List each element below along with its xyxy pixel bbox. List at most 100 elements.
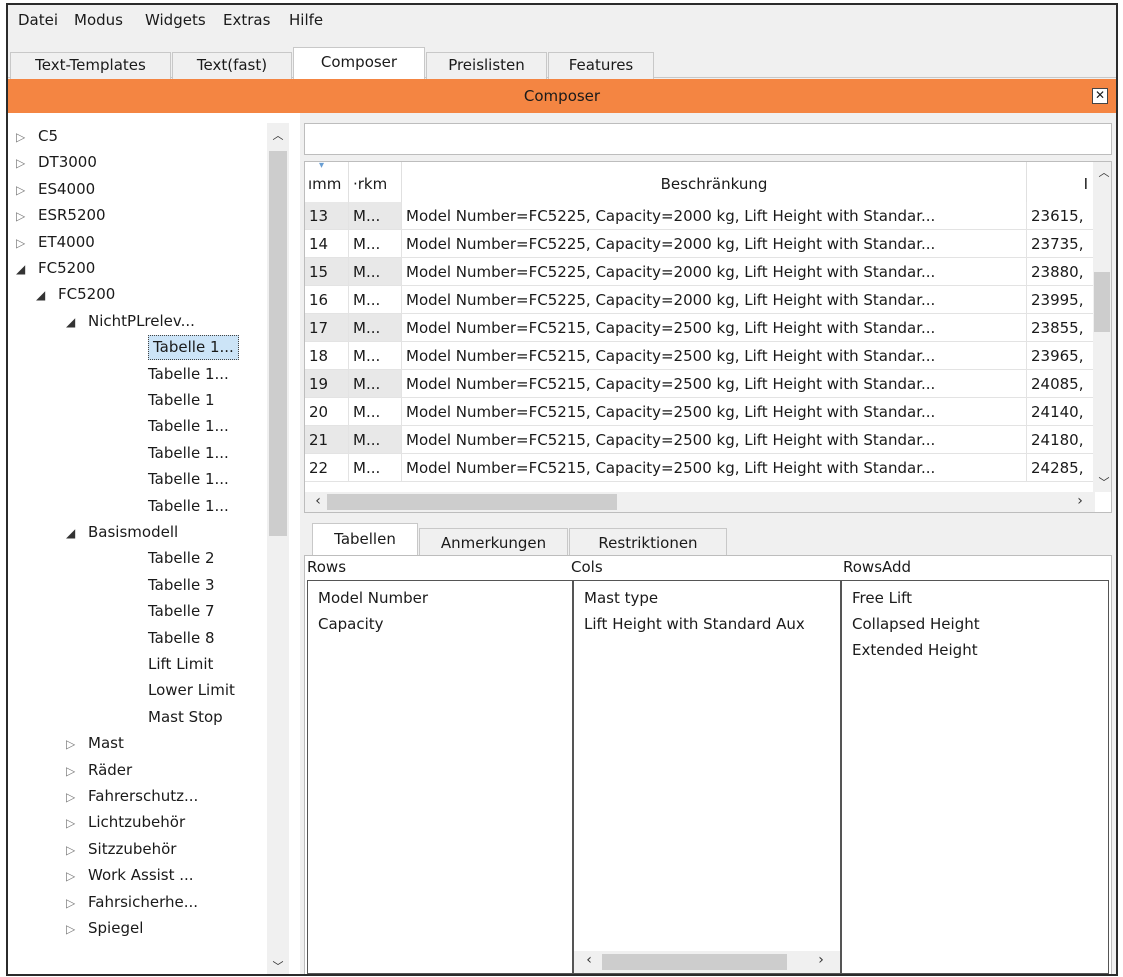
chevron-down-icon[interactable]: ﹀	[1093, 474, 1111, 490]
tree-node[interactable]: Tabelle 8	[148, 626, 215, 651]
table-cell[interactable]: 24180,	[1027, 426, 1095, 454]
table-cell[interactable]: 23615,	[1027, 202, 1095, 230]
table-cell[interactable]: Model Number=FC5215, Capacity=2500 kg, L…	[402, 342, 1027, 370]
table-cell[interactable]: 13	[305, 202, 349, 230]
triangle-right-outline-icon[interactable]: ▷	[66, 759, 88, 784]
tree-node[interactable]: Tabelle 1...	[148, 362, 229, 387]
grid-col-header-num[interactable]: ▾ ımm	[305, 162, 349, 202]
rowsadd-list[interactable]: Free Lift Collapsed Height Extended Heig…	[841, 580, 1109, 974]
table-cell[interactable]: 14	[305, 230, 349, 258]
list-item[interactable]: Lift Height with Standard Aux	[584, 615, 805, 633]
grid-vscrollbar[interactable]: ︿ ﹀	[1093, 162, 1111, 492]
tab-text-templates[interactable]: Text-Templates	[10, 52, 171, 79]
tree-node[interactable]: ▷ Work Assist ...	[66, 863, 194, 888]
table-cell[interactable]: 17	[305, 314, 349, 342]
table-cell[interactable]: 24085,	[1027, 370, 1095, 398]
table-cell[interactable]: 22	[305, 454, 349, 482]
table-cell[interactable]: Model Number=FC5225, Capacity=2000 kg, L…	[402, 258, 1027, 286]
filter-input[interactable]	[304, 123, 1112, 155]
chevron-right-icon[interactable]: ›	[810, 952, 832, 968]
table-cell[interactable]: M...	[349, 258, 402, 286]
grid-col-header-merkmal[interactable]: ·rkm	[349, 162, 402, 202]
tree-node[interactable]: Tabelle 1	[148, 388, 215, 413]
triangle-down-filled-icon[interactable]: ◢	[16, 257, 38, 282]
table-row[interactable]: 18 M... Model Number=FC5215, Capacity=2500…	[305, 342, 1095, 370]
table-row[interactable]: 22 M... Model Number=FC5215, Capacity=2500…	[305, 454, 1095, 482]
tree-node[interactable]: Tabelle 1...	[148, 335, 239, 361]
tab-preislisten[interactable]: Preislisten	[426, 52, 547, 79]
table-cell[interactable]: 23965,	[1027, 342, 1095, 370]
table-cell[interactable]: 18	[305, 342, 349, 370]
tree-node[interactable]: ▷ Spiegel	[66, 916, 143, 941]
rows-list[interactable]: Model Number Capacity	[307, 580, 573, 974]
tree-node[interactable]: Tabelle 1...	[148, 414, 229, 439]
table-cell[interactable]: 19	[305, 370, 349, 398]
table-cell[interactable]: 23880,	[1027, 258, 1095, 286]
chevron-up-icon[interactable]: ︿	[267, 127, 289, 143]
tree-node[interactable]: ▷ Lichtzubehör	[66, 810, 185, 835]
triangle-down-filled-icon[interactable]: ◢	[66, 521, 88, 546]
table-cell[interactable]: Model Number=FC5215, Capacity=2500 kg, L…	[402, 426, 1027, 454]
cols-list[interactable]: Mast type Lift Height with Standard Aux …	[573, 580, 841, 974]
tree-node[interactable]: Tabelle 1...	[148, 494, 229, 519]
table-cell[interactable]: 20	[305, 398, 349, 426]
triangle-right-outline-icon[interactable]: ▷	[16, 231, 38, 256]
tree-node[interactable]: ▷ Fahrerschutz...	[66, 784, 198, 809]
list-item[interactable]: Free Lift	[852, 589, 912, 607]
table-row[interactable]: 17 M... Model Number=FC5215, Capacity=2500…	[305, 314, 1095, 342]
tab-restriktionen[interactable]: Restriktionen	[569, 528, 727, 557]
list-item[interactable]: Mast type	[584, 589, 658, 607]
table-cell[interactable]: 23995,	[1027, 286, 1095, 314]
tree-node[interactable]: Tabelle 1...	[148, 467, 229, 492]
table-cell[interactable]: Model Number=FC5215, Capacity=2500 kg, L…	[402, 398, 1027, 426]
table-cell[interactable]: M...	[349, 426, 402, 454]
triangle-right-outline-icon[interactable]: ▷	[66, 917, 88, 942]
list-item[interactable]: Collapsed Height	[852, 615, 980, 633]
table-row[interactable]: 13 M... Model Number=FC5225, Capacity=2000…	[305, 202, 1095, 230]
menu-extras[interactable]: Extras	[223, 11, 270, 29]
triangle-right-outline-icon[interactable]: ▷	[66, 864, 88, 889]
tree-node[interactable]: Tabelle 7	[148, 599, 215, 624]
triangle-down-filled-icon[interactable]: ◢	[66, 310, 88, 335]
tree-node[interactable]: ◢ NichtPLrelev...	[66, 309, 195, 334]
triangle-right-outline-icon[interactable]: ▷	[66, 785, 88, 810]
tree-node[interactable]: ▷ Sitzzubehör	[66, 837, 176, 862]
cols-hscroll-thumb[interactable]	[602, 954, 787, 970]
triangle-right-outline-icon[interactable]: ▷	[16, 125, 38, 150]
table-cell[interactable]: M...	[349, 342, 402, 370]
table-cell[interactable]: 16	[305, 286, 349, 314]
triangle-down-filled-icon[interactable]: ◢	[36, 283, 58, 308]
table-cell[interactable]: Model Number=FC5215, Capacity=2500 kg, L…	[402, 370, 1027, 398]
table-row[interactable]: 15 M... Model Number=FC5225, Capacity=2000…	[305, 258, 1095, 286]
grid-vscroll-thumb[interactable]	[1094, 272, 1110, 332]
tab-tabellen[interactable]: Tabellen	[312, 523, 418, 558]
table-row[interactable]: 20 M... Model Number=FC5215, Capacity=2500…	[305, 398, 1095, 426]
tree-node[interactable]: Tabelle 3	[148, 573, 215, 598]
tree-node[interactable]: ◢ Basismodell	[66, 520, 178, 545]
tree-node[interactable]: ▷ C5	[16, 124, 58, 149]
tree-node[interactable]: ▷ Mast	[66, 731, 124, 756]
triangle-right-outline-icon[interactable]: ▷	[66, 891, 88, 916]
table-cell[interactable]: Model Number=FC5215, Capacity=2500 kg, L…	[402, 454, 1027, 482]
tree-node[interactable]: Tabelle 1...	[148, 441, 229, 466]
chevron-left-icon[interactable]: ‹	[307, 493, 329, 509]
tab-text-fast[interactable]: Text(fast)	[172, 52, 292, 79]
grid-col-header-price[interactable]: I	[1027, 162, 1095, 202]
table-cell[interactable]: 24140,	[1027, 398, 1095, 426]
triangle-right-outline-icon[interactable]: ▷	[66, 838, 88, 863]
tree-node[interactable]: ▷ Räder	[66, 758, 132, 783]
tree-node[interactable]: ▷ Fahrsicherhe...	[66, 890, 198, 915]
tree-node[interactable]: ◢ FC5200	[36, 282, 115, 307]
list-item[interactable]: Model Number	[318, 589, 428, 607]
tree-node[interactable]: Lower Limit	[148, 678, 235, 703]
tree-node[interactable]: ▷ ESR5200	[16, 203, 106, 228]
table-cell[interactable]: M...	[349, 202, 402, 230]
table-cell[interactable]: M...	[349, 454, 402, 482]
table-cell[interactable]: M...	[349, 398, 402, 426]
table-row[interactable]: 21 M... Model Number=FC5215, Capacity=2500…	[305, 426, 1095, 454]
list-item[interactable]: Extended Height	[852, 641, 978, 659]
table-cell[interactable]: Model Number=FC5225, Capacity=2000 kg, L…	[402, 202, 1027, 230]
table-cell[interactable]: M...	[349, 370, 402, 398]
grid-hscroll-thumb[interactable]	[327, 494, 617, 510]
table-cell[interactable]: 15	[305, 258, 349, 286]
